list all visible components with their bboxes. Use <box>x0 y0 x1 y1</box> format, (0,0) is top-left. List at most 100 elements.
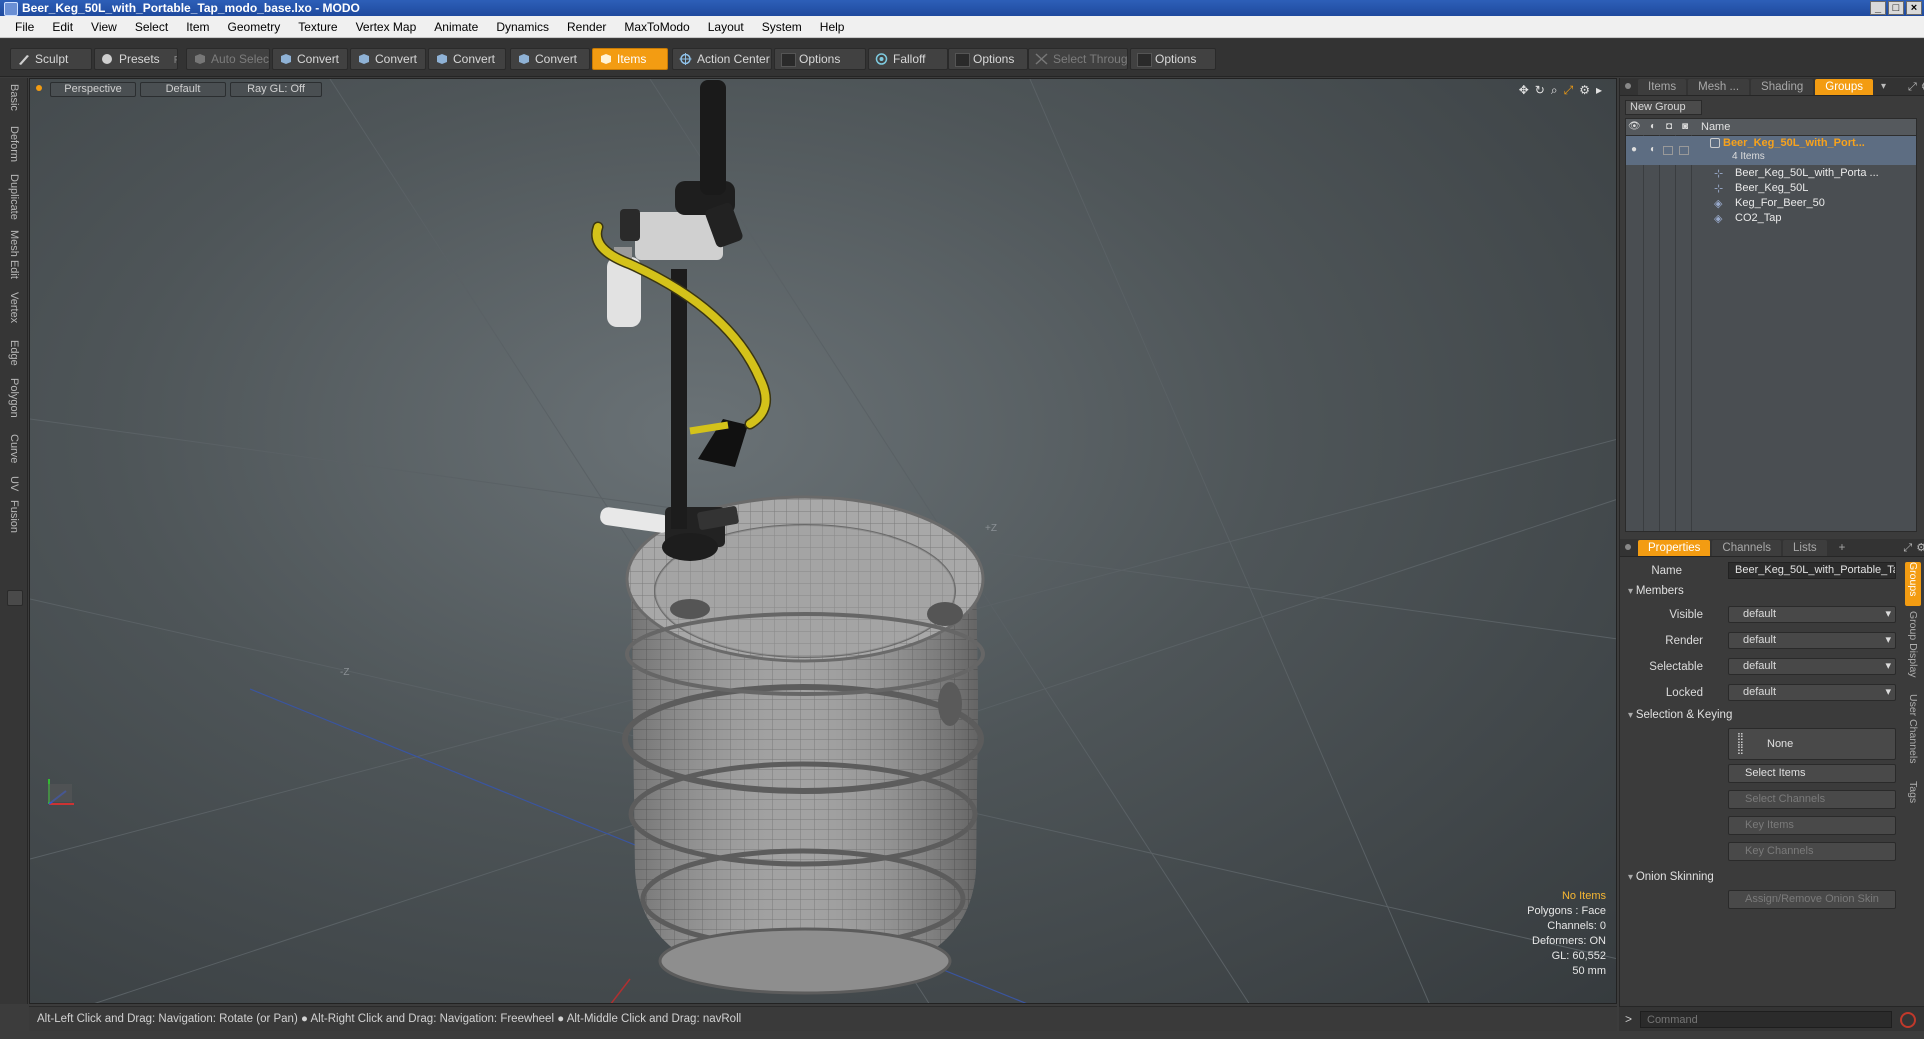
status-bar: Alt-Left Click and Drag: Navigation: Rot… <box>29 1006 1617 1031</box>
add-tab-button[interactable]: + <box>1829 540 1856 556</box>
dots-icon: ⁞⁞ ⁞⁞ <box>1737 730 1744 757</box>
list-item[interactable]: ⊹ Beer_Keg_50L_with_Porta ... <box>1626 167 1916 182</box>
select-toggle[interactable] <box>1679 146 1689 155</box>
onion-skinning-section[interactable]: Onion Skinning <box>1628 871 1714 883</box>
new-group-button[interactable]: New Group <box>1625 100 1702 115</box>
chevron-down-icon[interactable]: ▾ <box>1881 79 1886 95</box>
render-toggle[interactable]: ◐ <box>1647 144 1659 155</box>
select-items-button[interactable]: Select Items <box>1728 764 1896 783</box>
maximize-button[interactable]: □ <box>1888 1 1904 15</box>
convert-button-3[interactable]: Convert <box>428 48 506 70</box>
gear-icon[interactable]: ⚙ <box>1916 540 1924 556</box>
select-icon[interactable]: ◙ <box>1679 121 1691 132</box>
lock-icon[interactable]: ◘ <box>1663 121 1675 132</box>
list-item[interactable]: ◈ CO2_Tap <box>1626 212 1916 227</box>
command-input[interactable] <box>1640 1011 1892 1028</box>
assign-onion-skin-button[interactable]: Assign/Remove Onion Skin <box>1728 890 1896 909</box>
menu-layout[interactable]: Layout <box>699 20 753 34</box>
key-channels-button[interactable]: Key Channels <box>1728 842 1896 861</box>
menu-vertex-map[interactable]: Vertex Map <box>347 20 426 34</box>
visibility-toggle[interactable]: ● <box>1628 144 1640 155</box>
key-items-button[interactable]: Key Items <box>1728 816 1896 835</box>
tab-deform[interactable]: Deform <box>4 126 24 162</box>
menu-texture[interactable]: Texture <box>289 20 346 34</box>
none-button[interactable]: ⁞⁞ ⁞⁞ None <box>1728 728 1896 760</box>
close-button[interactable]: × <box>1906 1 1922 15</box>
convert-button-1[interactable]: Convert <box>272 48 348 70</box>
tab-lists[interactable]: Lists <box>1783 540 1827 556</box>
items-mode-button[interactable]: Items <box>592 48 668 70</box>
tab-groups[interactable]: Groups <box>1815 79 1873 95</box>
expand-icon[interactable]: ⤢ <box>1903 540 1912 556</box>
menu-render[interactable]: Render <box>558 20 615 34</box>
menu-item[interactable]: Item <box>177 20 218 34</box>
tab-items[interactable]: Items <box>1638 79 1687 95</box>
group-name-field[interactable]: Beer_Keg_50L_with_Portable_Ta <box>1728 562 1896 579</box>
menu-select[interactable]: Select <box>126 20 177 34</box>
convert-button-2[interactable]: Convert <box>350 48 426 70</box>
select-channels-button[interactable]: Select Channels <box>1728 790 1896 809</box>
menu-help[interactable]: Help <box>811 20 854 34</box>
3d-viewport[interactable]: Perspective Default Ray GL: Off ✥ ↻ ⌕ ⤢ … <box>29 78 1617 1004</box>
mesh-icon: ◈ <box>1714 213 1723 225</box>
visible-dropdown[interactable]: default <box>1728 606 1896 623</box>
axis-label-pos-z: +Z <box>985 523 997 534</box>
menu-geometry[interactable]: Geometry <box>219 20 290 34</box>
menu-dynamics[interactable]: Dynamics <box>487 20 558 34</box>
axis-label-neg-z: -Z <box>340 667 349 678</box>
eye-icon[interactable]: 👁 <box>1628 121 1641 132</box>
action-center-button[interactable]: Action Center <box>672 48 772 70</box>
render-dropdown[interactable]: default <box>1728 632 1896 649</box>
sculpt-button[interactable]: Sculpt <box>10 48 92 70</box>
expand-icon[interactable]: ⤢ <box>1908 79 1917 95</box>
presets-button[interactable]: PresetsF6 <box>94 48 178 70</box>
tab-fusion[interactable]: Fusion <box>4 500 24 533</box>
minimize-button[interactable]: _ <box>1870 1 1886 15</box>
select-through-options-button[interactable]: Options <box>1130 48 1216 70</box>
locked-dropdown[interactable]: default <box>1728 684 1896 701</box>
tab-vertex[interactable]: Vertex <box>4 292 24 323</box>
menu-view[interactable]: View <box>82 20 126 34</box>
tab-shading[interactable]: Shading <box>1751 79 1814 95</box>
presets-icon <box>102 54 112 64</box>
lock-toggle[interactable] <box>1663 146 1673 155</box>
menu-animate[interactable]: Animate <box>425 20 487 34</box>
tab-properties[interactable]: Properties <box>1638 540 1711 556</box>
list-item[interactable]: ◈ Keg_For_Beer_50 <box>1626 197 1916 212</box>
tab-edge[interactable]: Edge <box>4 340 24 366</box>
falloff-options-button[interactable]: Options <box>948 48 1028 70</box>
tab-channels[interactable]: Channels <box>1712 540 1782 556</box>
group-row[interactable]: ● ◐ Beer_Keg_50L_with_Port... 4 Items <box>1626 136 1916 165</box>
vtab-tags[interactable]: Tags <box>1905 781 1921 803</box>
convert-button-4[interactable]: Convert <box>510 48 590 70</box>
select-through-button[interactable]: Select Through <box>1028 48 1128 70</box>
app-icon <box>4 2 18 16</box>
menu-maxtomodo[interactable]: MaxToModo <box>615 20 698 34</box>
list-item[interactable]: ⊹ Beer_Keg_50L <box>1626 182 1916 197</box>
menu-edit[interactable]: Edit <box>43 20 82 34</box>
vtab-groups[interactable]: Groups <box>1905 562 1921 606</box>
menu-system[interactable]: System <box>753 20 811 34</box>
vtab-group-display[interactable]: Group Display <box>1905 611 1921 678</box>
render-icon[interactable]: ◐ <box>1647 121 1659 132</box>
tab-basic[interactable]: Basic <box>4 84 24 111</box>
selection-keying-section[interactable]: Selection & Keying <box>1628 709 1733 721</box>
panel-menu-icon[interactable] <box>1625 544 1631 550</box>
record-icon[interactable] <box>1900 1012 1916 1028</box>
tab-duplicate[interactable]: Duplicate <box>4 174 24 220</box>
members-section[interactable]: Members <box>1628 585 1684 597</box>
tab-uv[interactable]: UV <box>4 476 24 491</box>
panel-menu-icon[interactable] <box>1625 83 1631 89</box>
action-center-options-button[interactable]: Options <box>774 48 866 70</box>
vtab-user-channels[interactable]: User Channels <box>1905 694 1921 763</box>
tab-polygon[interactable]: Polygon <box>4 378 24 418</box>
tab-curve[interactable]: Curve <box>4 434 24 463</box>
tab-mesh[interactable]: Mesh ... <box>1688 79 1750 95</box>
falloff-button[interactable]: Falloff <box>868 48 948 70</box>
auto-select-button[interactable]: Auto Select <box>186 48 270 70</box>
tool-tray-toggle[interactable] <box>7 590 23 606</box>
selectable-dropdown[interactable]: default <box>1728 658 1896 675</box>
name-column-header[interactable]: Name <box>1701 121 1730 133</box>
tab-mesh-edit[interactable]: Mesh Edit <box>4 230 24 279</box>
menu-file[interactable]: File <box>6 20 43 34</box>
